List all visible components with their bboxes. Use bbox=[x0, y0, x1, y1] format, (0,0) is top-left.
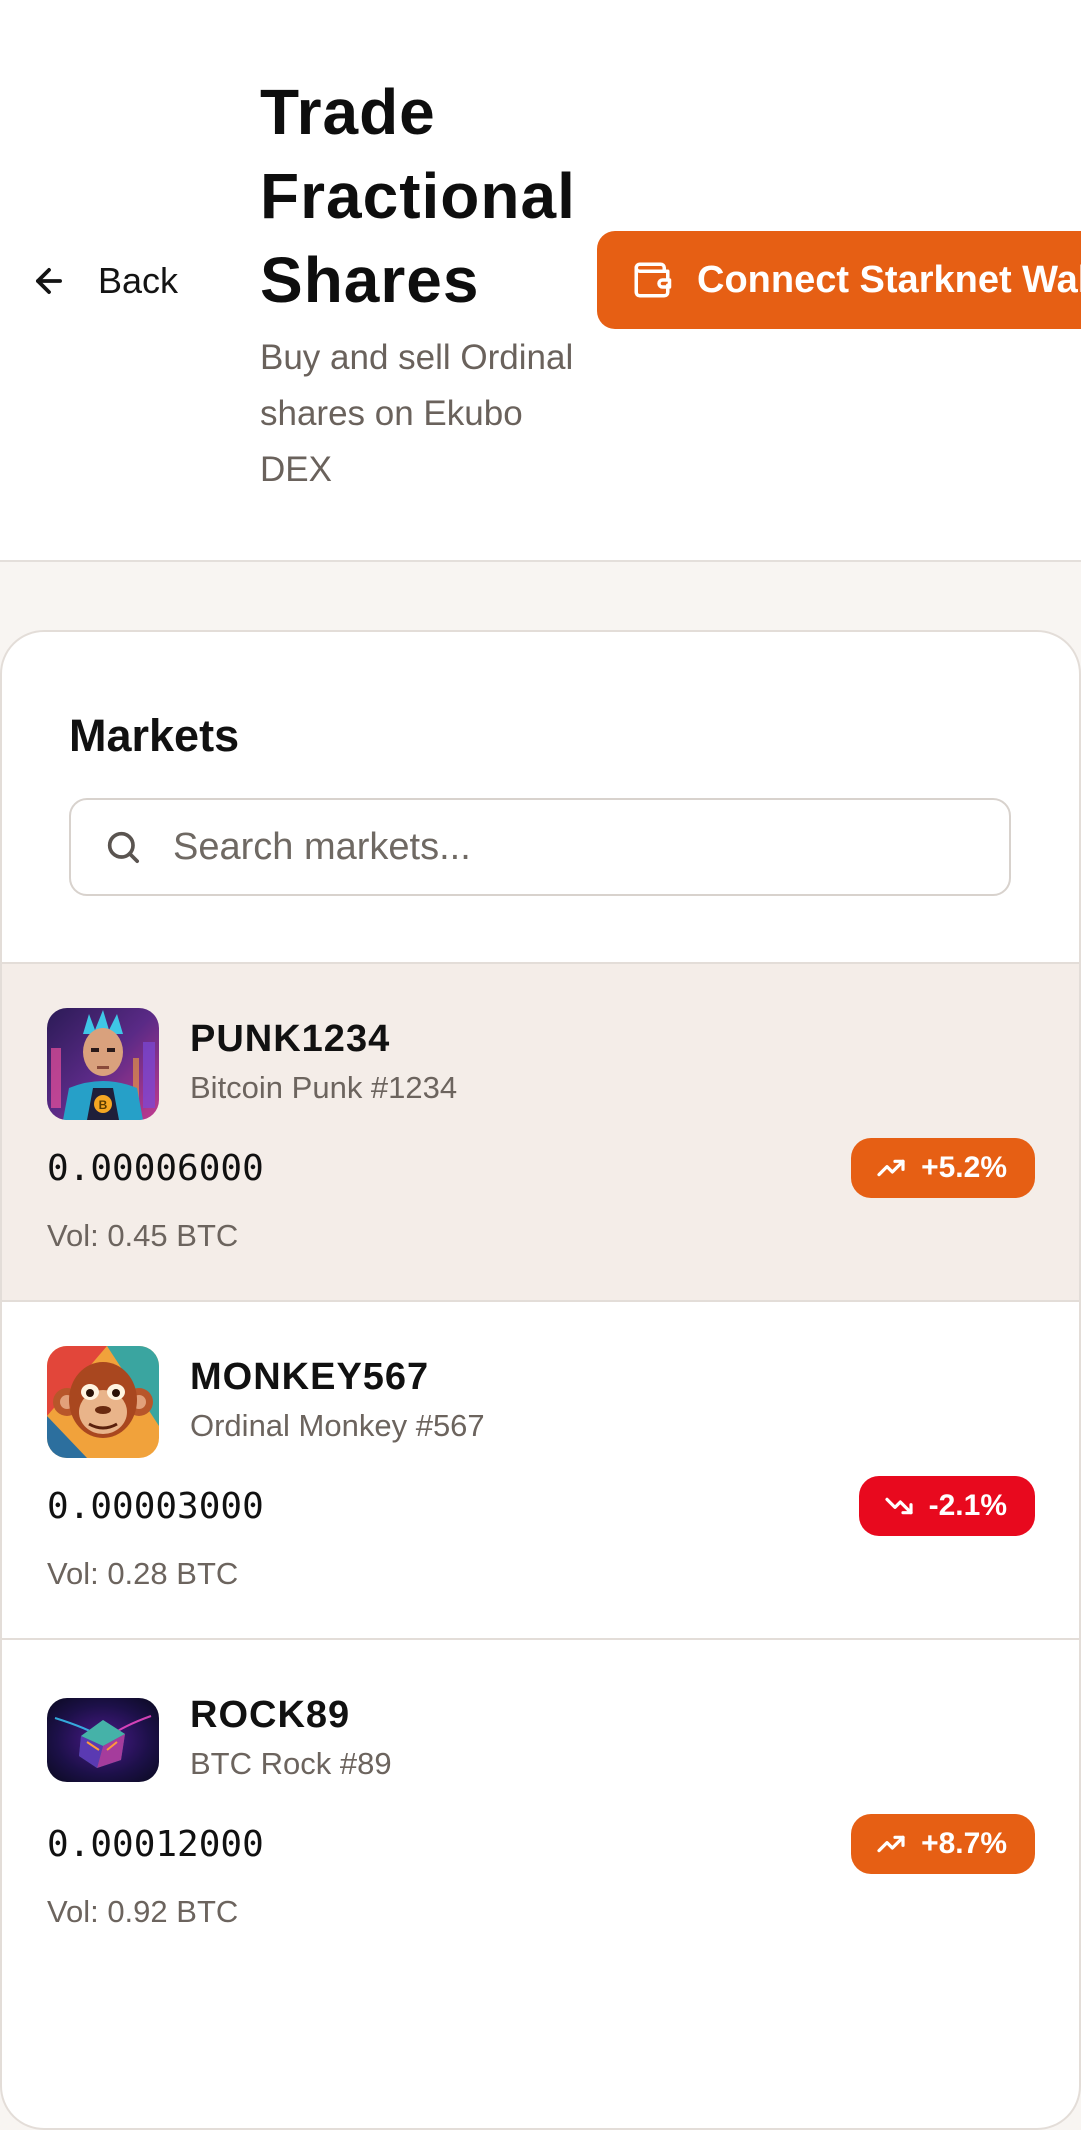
market-price: 0.00003000 bbox=[47, 1486, 264, 1527]
trending-up-icon bbox=[877, 1159, 905, 1177]
market-volume: Vol: 0.45 BTC bbox=[47, 1218, 239, 1253]
market-symbol: PUNK1234 bbox=[190, 1018, 391, 1060]
market-name: Bitcoin Punk #1234 bbox=[190, 1070, 458, 1105]
trending-up-icon bbox=[877, 1835, 905, 1853]
svg-text:B: B bbox=[99, 1098, 108, 1112]
market-volume: Vol: 0.92 BTC bbox=[47, 1894, 239, 1929]
markets-title: Markets bbox=[69, 710, 240, 761]
market-row-rock89[interactable]: ROCK89 BTC Rock #89 0.00012000 Vol: 0.92… bbox=[2, 1638, 1079, 1976]
connect-wallet-button[interactable]: Connect Starknet Wallet bbox=[597, 231, 1081, 329]
trending-down-icon bbox=[885, 1497, 913, 1515]
market-row-monkey567[interactable]: MONKEY567 Ordinal Monkey #567 0.00003000… bbox=[2, 1300, 1079, 1638]
market-name: Ordinal Monkey #567 bbox=[190, 1408, 485, 1443]
back-button[interactable]: Back bbox=[30, 258, 178, 304]
connect-wallet-label: Connect Starknet Wallet bbox=[697, 258, 1081, 301]
change-value: +8.7% bbox=[921, 1827, 1007, 1860]
change-badge: +8.7% bbox=[851, 1814, 1035, 1874]
punk-thumbnail: B bbox=[47, 1008, 159, 1120]
change-badge: +5.2% bbox=[851, 1138, 1035, 1198]
market-volume: Vol: 0.28 BTC bbox=[47, 1556, 239, 1591]
search-icon bbox=[107, 831, 140, 863]
market-price: 0.00012000 bbox=[47, 1824, 264, 1865]
search-input[interactable] bbox=[173, 825, 953, 869]
monkey-thumbnail bbox=[47, 1346, 159, 1458]
change-badge: -2.1% bbox=[858, 1476, 1035, 1536]
market-row-punk1234[interactable]: B PUNK1234 Bitcoin Punk #1234 0.00006000… bbox=[2, 962, 1079, 1300]
change-value: -2.1% bbox=[928, 1489, 1007, 1522]
rock-thumbnail bbox=[47, 1698, 159, 1782]
page-title: Trade Fractional Shares bbox=[260, 76, 576, 316]
search-box[interactable] bbox=[69, 798, 1011, 896]
wallet-icon bbox=[634, 262, 672, 298]
change-value: +5.2% bbox=[921, 1151, 1007, 1184]
arrow-left-icon bbox=[36, 268, 62, 294]
market-name: BTC Rock #89 bbox=[190, 1746, 392, 1781]
market-symbol: MONKEY567 bbox=[190, 1356, 430, 1398]
back-label: Back bbox=[98, 260, 179, 301]
page-header: Back Trade Fractional Shares Buy and sel… bbox=[0, 0, 1081, 562]
page-subtitle: Buy and sell Ordinal shares on Ekubo DEX bbox=[260, 338, 574, 489]
market-price: 0.00006000 bbox=[47, 1148, 264, 1189]
market-symbol: ROCK89 bbox=[190, 1694, 351, 1736]
